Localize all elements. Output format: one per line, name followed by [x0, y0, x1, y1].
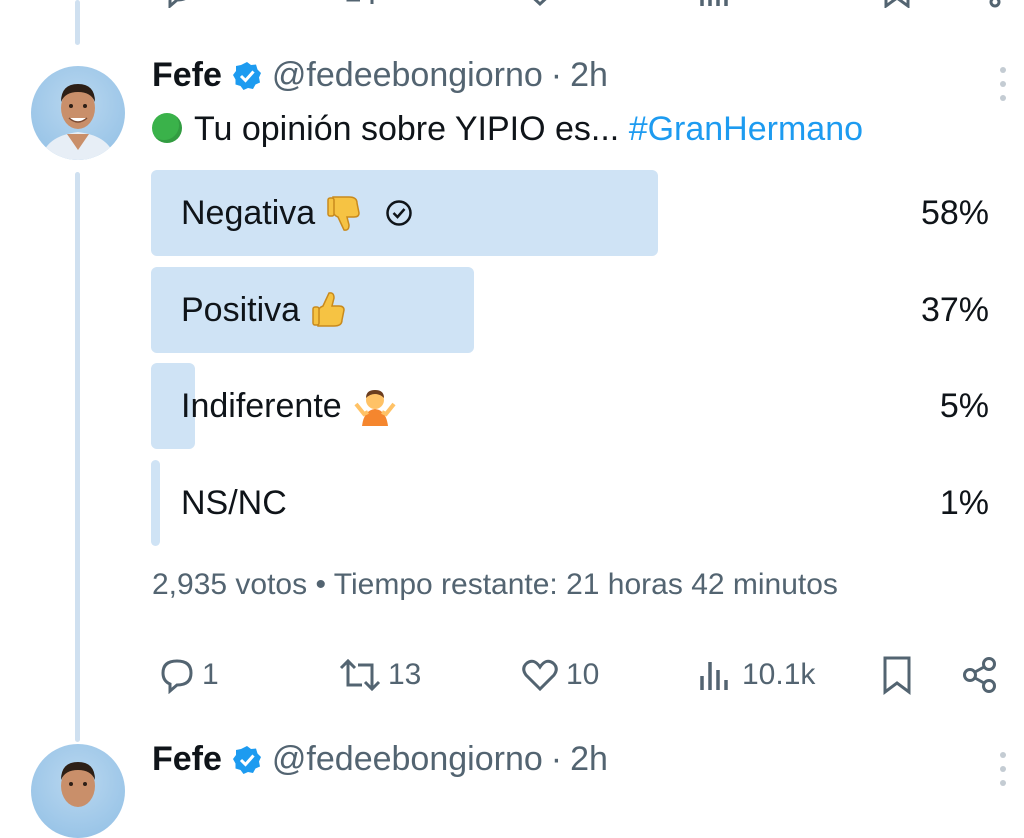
poll-bar [151, 460, 160, 546]
reply-button[interactable]: 1 [158, 650, 219, 700]
author-handle[interactable]: @fedeebongiorno [272, 740, 543, 779]
hashtag-link[interactable]: #GranHermano [629, 110, 863, 148]
like-count: 10 [566, 658, 600, 691]
avatar[interactable] [31, 66, 125, 160]
poll-option-label: Indiferente [181, 386, 342, 425]
retweet-button[interactable]: 13 [338, 650, 421, 700]
poll-percentage: 1% [939, 483, 989, 522]
share-icon [963, 657, 996, 693]
tweet-text: Tu opinión sobre YIPIO es... #GranHerman… [152, 110, 863, 149]
tweet-time[interactable]: 2h [570, 740, 608, 779]
like-icon [522, 659, 558, 692]
thumbs-down-icon [327, 193, 363, 233]
separator-dot: · [550, 56, 563, 94]
avatar[interactable] [31, 744, 125, 838]
like-button[interactable]: 10 [520, 650, 599, 700]
share-icon[interactable] [980, 0, 1010, 8]
bookmark-icon[interactable] [882, 0, 912, 8]
poll-option: Positiva 37% [151, 267, 991, 353]
poll-percentage: 37% [920, 290, 989, 329]
poll-percentage: 5% [939, 386, 989, 425]
next-tweet-header: Fefe @fedeebongiorno · 2h [152, 740, 608, 779]
separator-dot: · [550, 740, 563, 778]
tweet-actions: 1 13 10 10.1k [0, 650, 1024, 700]
poll-time-remaining: Tiempo restante: 21 horas 42 minutos [333, 568, 838, 601]
poll-option-label: Negativa [181, 193, 316, 232]
bookmark-icon [883, 656, 911, 695]
views-icon[interactable] [698, 0, 732, 8]
tweet-header: Fefe @fedeebongiorno · 2h [152, 56, 608, 95]
poll-percentage: 58% [920, 193, 989, 232]
views-icon [700, 662, 728, 690]
poll-option: Negativa 58% [151, 170, 991, 256]
verified-badge-icon [232, 61, 262, 91]
reply-icon[interactable] [160, 0, 194, 8]
author-handle[interactable]: @fedeebongiorno [272, 56, 543, 95]
poll-option-label: Positiva [181, 290, 301, 329]
previous-tweet-actions [0, 0, 1024, 8]
bookmark-button[interactable] [880, 650, 914, 700]
views-count: 10.1k [742, 658, 816, 691]
retweet-icon [339, 658, 381, 692]
meta-separator: • [315, 568, 326, 601]
more-options-icon[interactable] [998, 67, 1008, 109]
green-circle-icon [152, 113, 182, 143]
poll-option: Indiferente 5% [151, 363, 991, 449]
poll-votes: 2,935 votos [152, 568, 308, 601]
share-button[interactable] [960, 650, 1000, 700]
thumbs-up-icon [312, 290, 348, 330]
reply-icon [161, 659, 193, 694]
tweet-body: Tu opinión sobre YIPIO es... [194, 110, 620, 148]
tweet-time[interactable]: 2h [570, 56, 608, 95]
more-options-icon[interactable] [998, 752, 1008, 794]
poll-option-label: NS/NC [181, 483, 287, 522]
retweet-count: 13 [388, 658, 422, 691]
retweet-icon[interactable] [340, 0, 380, 8]
verified-badge-icon [232, 745, 262, 775]
like-icon[interactable] [522, 0, 558, 8]
reply-count: 1 [202, 658, 219, 691]
author-name[interactable]: Fefe [152, 740, 222, 779]
views-button[interactable]: 10.1k [696, 650, 815, 700]
selected-check-icon [385, 199, 413, 227]
poll-option: NS/NC 1% [151, 460, 991, 546]
poll-meta: 2,935 votos • Tiempo restante: 21 horas … [152, 568, 838, 602]
person-shrugging-icon [354, 386, 396, 426]
author-name[interactable]: Fefe [152, 56, 222, 95]
